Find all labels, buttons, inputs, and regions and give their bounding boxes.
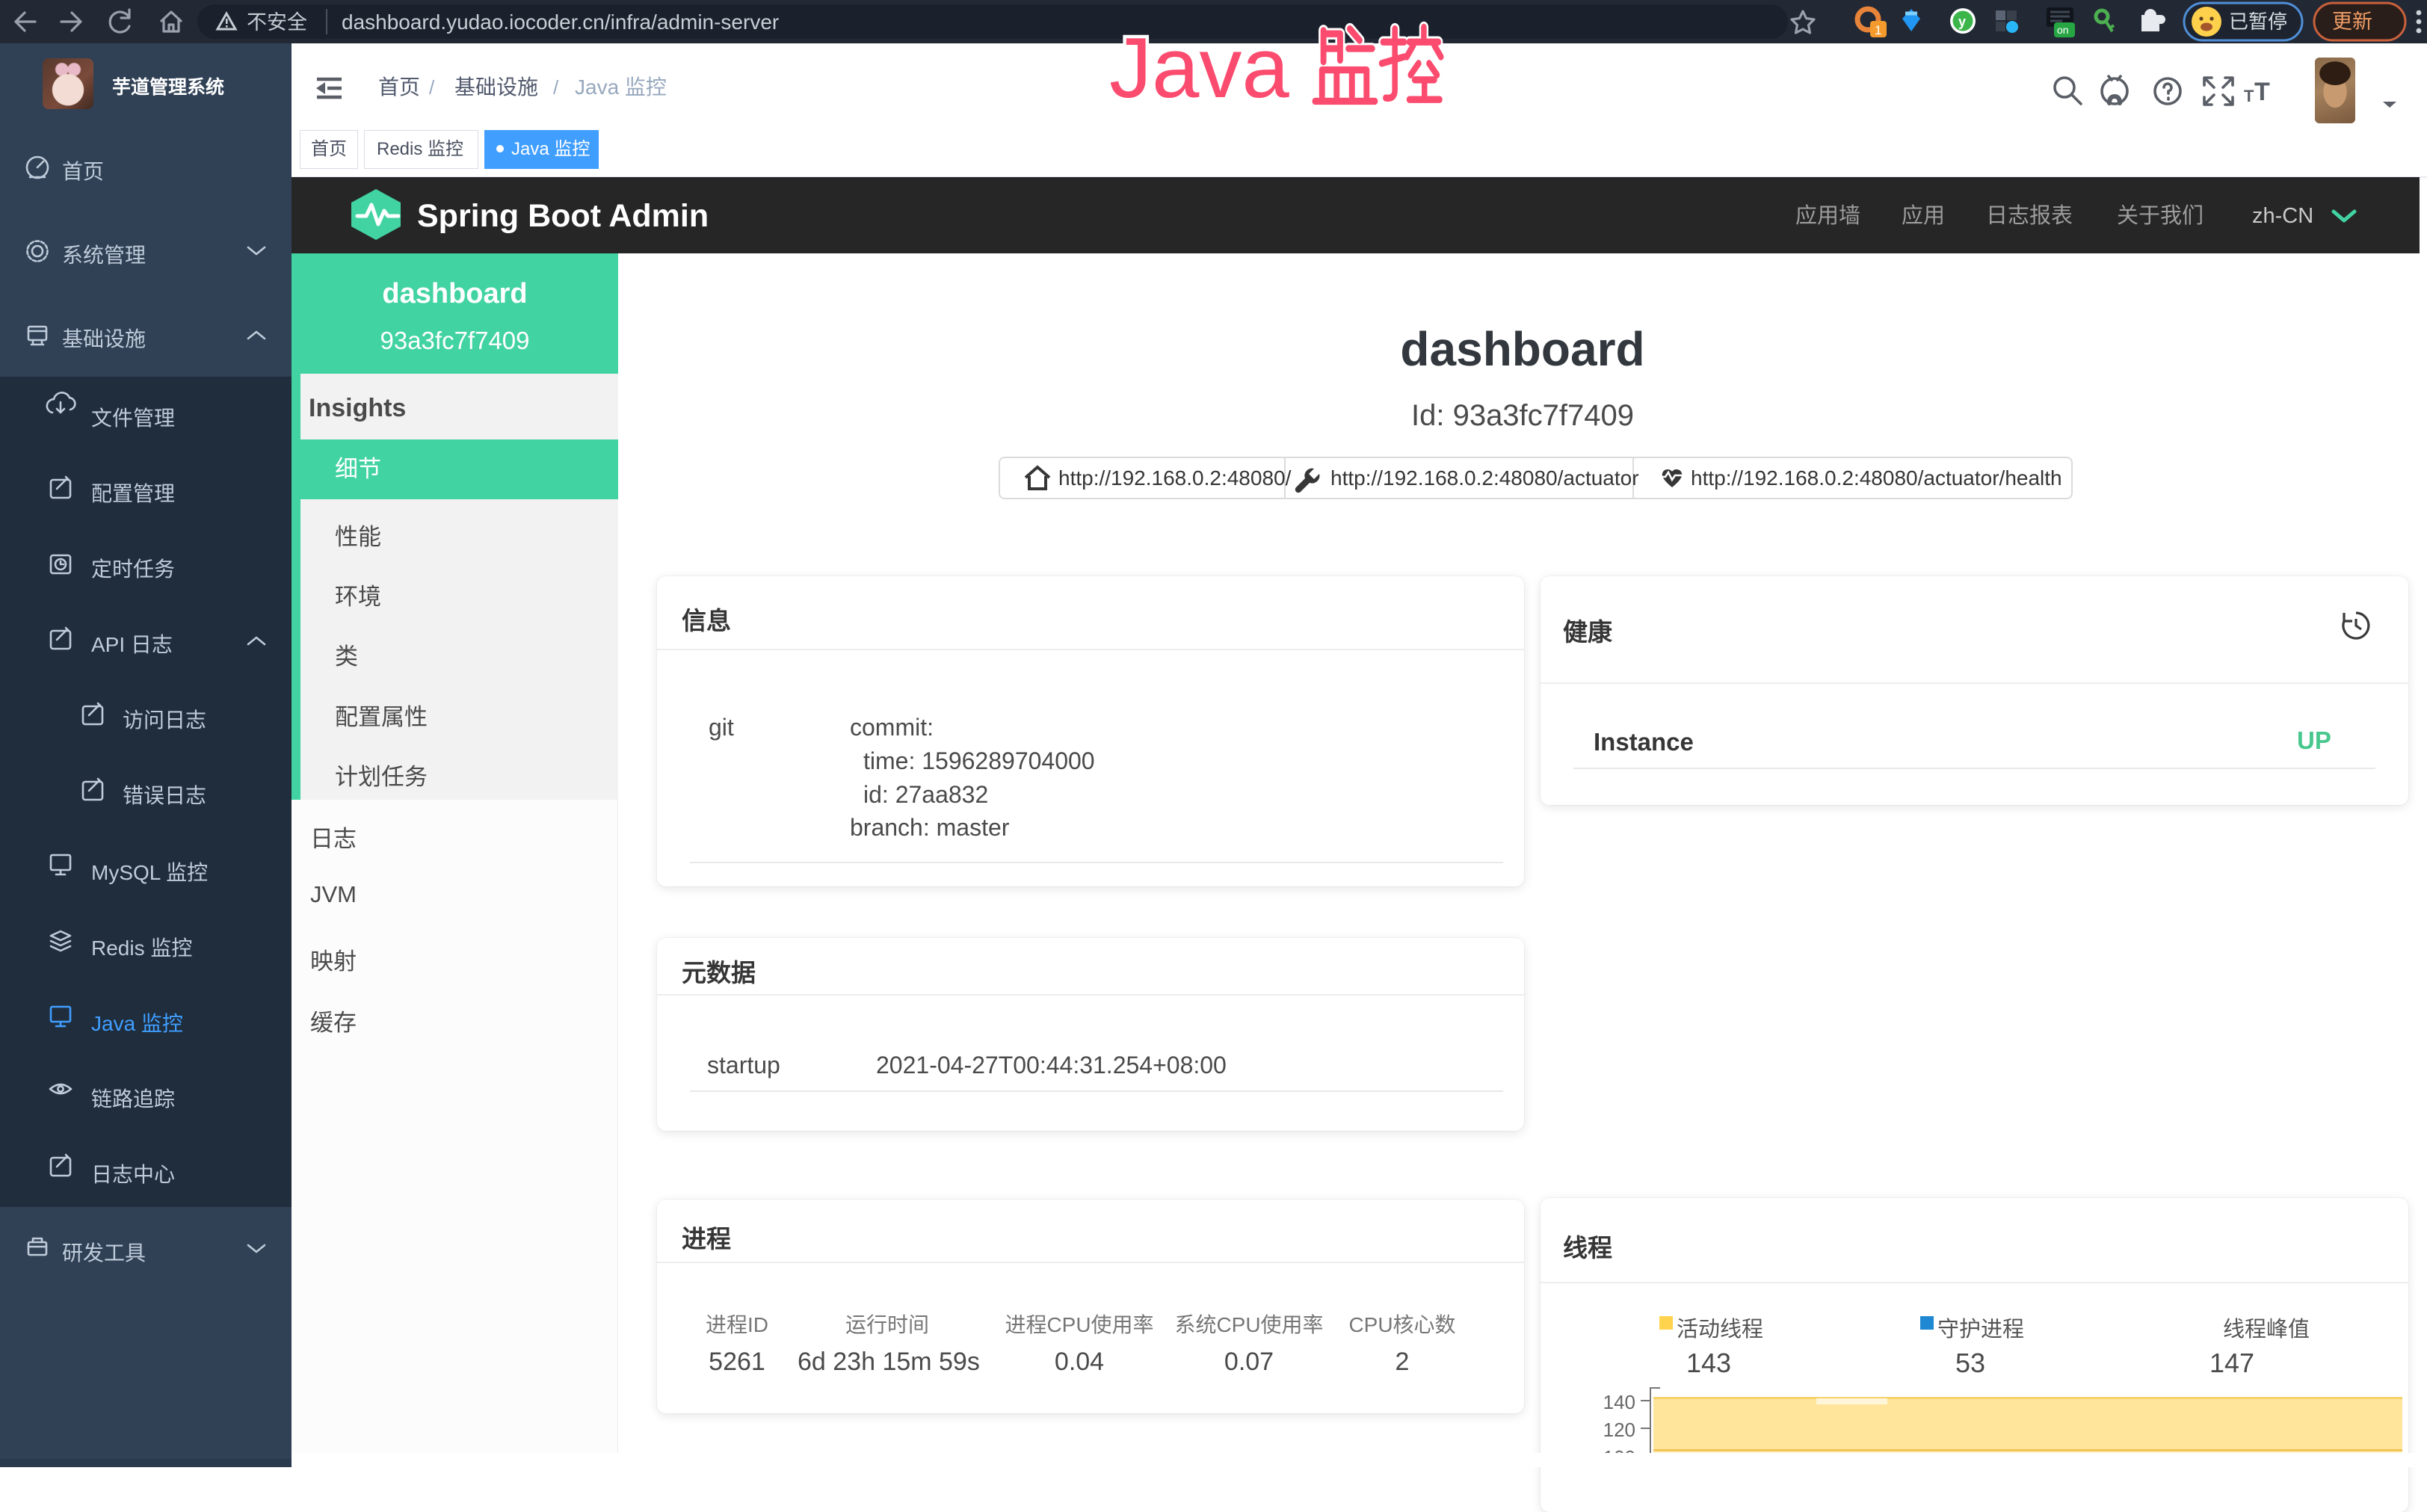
svg-text:Java: Java — [1109, 21, 1289, 116]
svg-text:1: 1 — [1875, 23, 1881, 37]
svg-text:zh-CN: zh-CN — [2252, 204, 2313, 228]
svg-text:http://192.168.0.2:48080/actua: http://192.168.0.2:48080/actuator/health — [1691, 466, 2062, 490]
svg-text:/: / — [553, 76, 559, 99]
svg-text:T: T — [2244, 87, 2254, 105]
svg-text:首页: 首页 — [378, 75, 420, 99]
svg-text:日志报表: 日志报表 — [1986, 203, 2073, 228]
svg-text:/: / — [429, 76, 435, 99]
svg-text:更新: 更新 — [2332, 10, 2372, 33]
svg-text:http://192.168.0.2:48080/: http://192.168.0.2:48080/ — [1058, 466, 1292, 490]
svg-text:Spring Boot Admin: Spring Boot Admin — [417, 198, 709, 234]
svg-text:应用墙: 应用墙 — [1795, 203, 1860, 228]
svg-text:http://192.168.0.2:48080/actua: http://192.168.0.2:48080/actuator — [1330, 466, 1639, 490]
svg-text:y: y — [1958, 14, 1966, 29]
svg-text:应用: 应用 — [1902, 203, 1945, 228]
svg-text:不安全: 不安全 — [247, 11, 307, 34]
svg-text:on: on — [2057, 24, 2069, 36]
svg-text:关于我们: 关于我们 — [2117, 203, 2204, 228]
svg-text:基础设施: 基础设施 — [454, 75, 538, 99]
svg-text:Java 监控: Java 监控 — [575, 75, 667, 99]
svg-text:dashboard.yudao.iocoder.cn/inf: dashboard.yudao.iocoder.cn/infra/admin-s… — [342, 10, 779, 34]
svg-text:已暂停: 已暂停 — [2229, 10, 2287, 33]
svg-text:T: T — [2254, 78, 2270, 106]
